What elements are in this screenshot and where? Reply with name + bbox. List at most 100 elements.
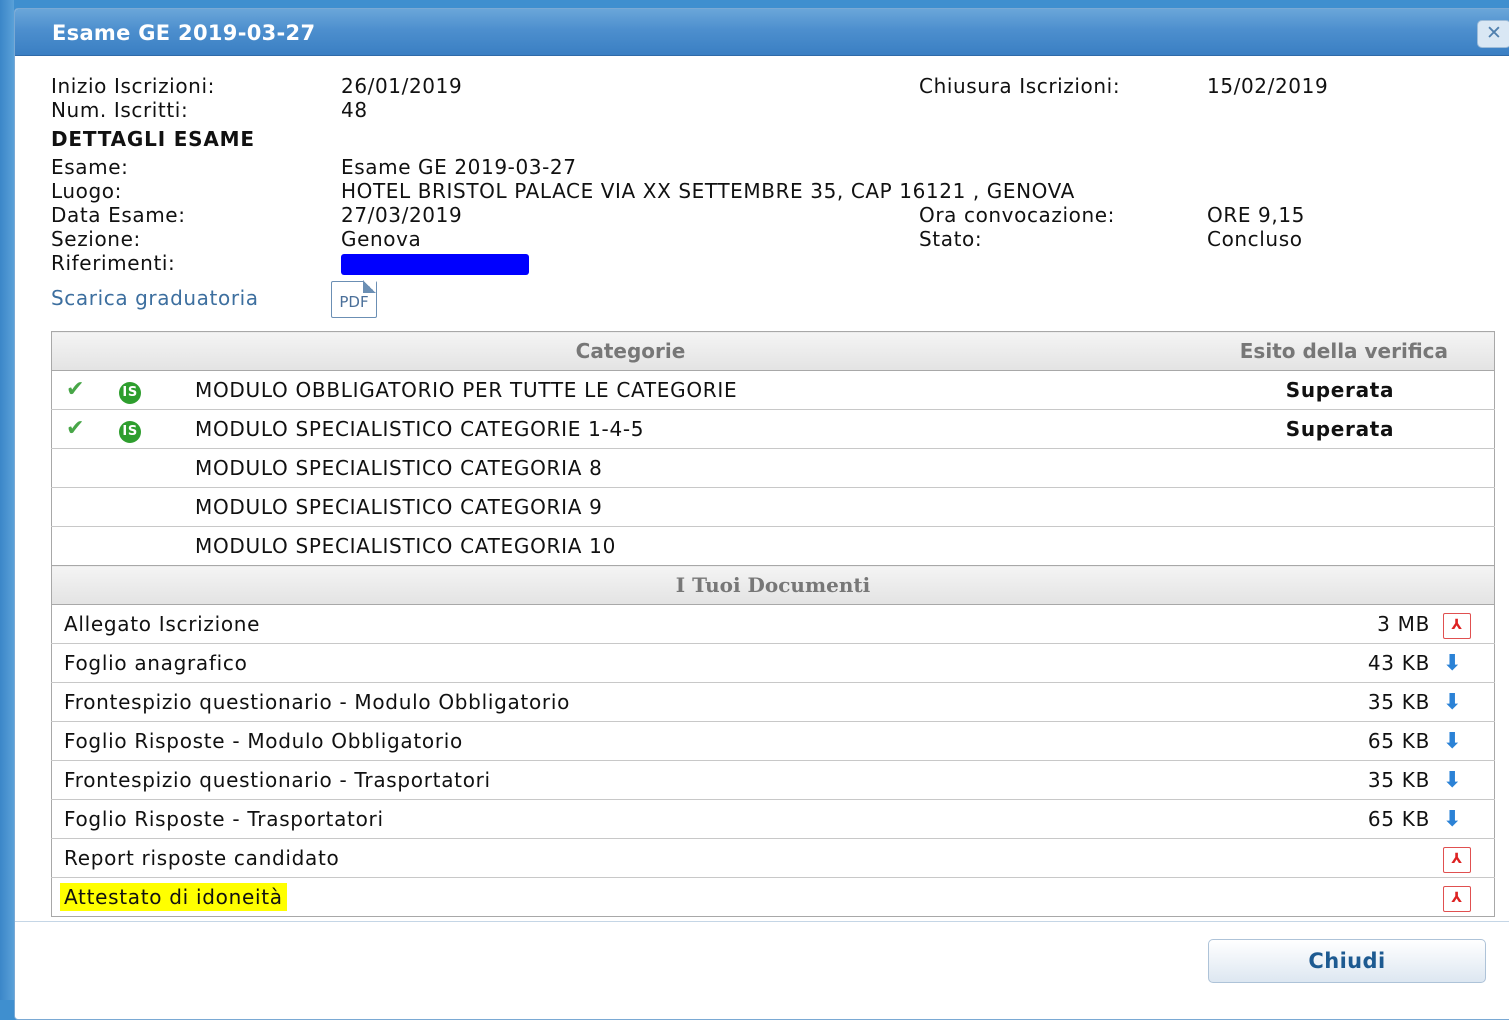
download-arrow-icon[interactable]: ⬇ (1443, 729, 1462, 754)
close-icon[interactable]: ✕ (1477, 20, 1509, 48)
document-icon-cell: ⅄ (1442, 604, 1495, 644)
luogo-value: HOTEL BRISTOL PALACE VIA XX SETTEMBRE 35… (341, 179, 1075, 203)
category-status-cell: ✔ IS (51, 370, 194, 410)
document-row: Foglio Risposte - Trasportatori 65 KB ⬇ (51, 799, 1495, 839)
dialog-title: Esame GE 2019-03-27 (52, 21, 316, 45)
document-row: Allegato Iscrizione 3 MB ⅄ (51, 604, 1495, 644)
num-iscritti-value: 48 (341, 98, 368, 122)
document-name-cell: Foglio anagrafico (51, 643, 1267, 683)
ora-convocazione-value: ORE 9,15 (1207, 203, 1305, 227)
checkmark-icon: ✔ (66, 376, 86, 402)
document-icon-cell: ⬇ (1442, 721, 1495, 761)
data-esame-value: 27/03/2019 (341, 203, 463, 227)
document-size: 65 KB (1266, 721, 1442, 761)
category-esito: Superata (1067, 370, 1495, 410)
document-name: Frontespizio questionario - Modulo Obbli… (64, 690, 571, 714)
document-size: 3 MB (1266, 604, 1442, 644)
document-size (1266, 877, 1442, 917)
sezione-label: Sezione: (51, 227, 141, 251)
document-name: Report risposte candidato (64, 846, 340, 870)
category-name: MODULO OBBLIGATORIO PER TUTTE LE CATEGOR… (194, 370, 1067, 410)
document-row: Attestato di idoneità ⅄ (51, 877, 1495, 917)
document-name-cell: Foglio Risposte - Trasportatori (51, 799, 1267, 839)
category-row: MODULO SPECIALISTICO CATEGORIA 10 (51, 526, 1495, 566)
pdf-icon-label: PDF (339, 293, 369, 311)
background-window-edge (0, 0, 14, 1000)
scarica-graduatoria-link[interactable]: Scarica graduatoria (51, 286, 259, 310)
esame-label: Esame: (51, 155, 129, 179)
chiusura-iscrizioni-label: Chiusura Iscrizioni: (919, 74, 1121, 98)
exam-details-dialog: Esame GE 2019-03-27 ✕ Inizio Iscrizioni:… (14, 8, 1509, 1020)
document-icon-cell: ⬇ (1442, 643, 1495, 683)
num-iscritti-label: Num. Iscritti: (51, 98, 189, 122)
luogo-label: Luogo: (51, 179, 122, 203)
document-name-cell: Allegato Iscrizione (51, 604, 1267, 644)
category-row: ✔ IS MODULO OBBLIGATORIO PER TUTTE LE CATE… (51, 370, 1495, 410)
download-arrow-icon[interactable]: ⬇ (1443, 768, 1462, 793)
document-name-cell: Report risposte candidato (51, 838, 1267, 878)
chiudi-button[interactable]: Chiudi (1208, 939, 1486, 983)
download-arrow-icon[interactable]: ⬇ (1443, 690, 1462, 715)
document-icon-cell: ⬇ (1442, 682, 1495, 722)
sezione-value: Genova (341, 227, 422, 251)
document-name: Attestato di idoneità (60, 883, 287, 911)
stato-label: Stato: (919, 227, 983, 251)
category-status-cell (51, 448, 194, 488)
category-name: MODULO SPECIALISTICO CATEGORIE 1-4-5 (194, 409, 1067, 449)
documents-header: I Tuoi Documenti (51, 565, 1495, 605)
document-size: 35 KB (1266, 682, 1442, 722)
pdf-icon[interactable]: ⅄ (1443, 846, 1471, 873)
category-status-cell (51, 526, 194, 566)
ora-convocazione-label: Ora convocazione: (919, 203, 1116, 227)
document-size: 43 KB (1266, 643, 1442, 683)
is-badge-icon: IS (119, 381, 142, 404)
document-icon-cell: ⬇ (1442, 760, 1495, 800)
category-row: MODULO SPECIALISTICO CATEGORIA 9 (51, 487, 1495, 527)
document-size (1266, 838, 1442, 878)
document-size: 65 KB (1266, 799, 1442, 839)
document-icon-cell: ⬇ (1442, 799, 1495, 839)
document-row: Frontespizio questionario - Modulo Obbli… (51, 682, 1495, 722)
document-row: Foglio Risposte - Modulo Obbligatorio 65 … (51, 721, 1495, 761)
pdf-icon[interactable]: ⅄ (1443, 885, 1471, 912)
categories-header-spacer (51, 331, 194, 371)
categories-table: Categorie Esito della verifica ✔ IS MODULO… (51, 331, 1495, 566)
category-esito: Superata (1067, 409, 1495, 449)
inizio-iscrizioni-label: Inizio Iscrizioni: (51, 74, 215, 98)
documents-table: I Tuoi Documenti Allegato Iscrizione 3 MB… (51, 565, 1495, 917)
category-esito (1067, 448, 1495, 488)
document-row: Foglio anagrafico 43 KB ⬇ (51, 643, 1495, 683)
document-name-cell: Frontespizio questionario - Trasportator… (51, 760, 1267, 800)
is-badge-icon: IS (119, 420, 142, 443)
category-esito (1067, 526, 1495, 566)
data-esame-label: Data Esame: (51, 203, 186, 227)
document-row: Report risposte candidato ⅄ (51, 838, 1495, 878)
category-status-cell (51, 487, 194, 527)
redacted-riferimenti (341, 254, 529, 275)
document-icon-cell: ⅄ (1442, 838, 1495, 878)
download-arrow-icon[interactable]: ⬇ (1443, 807, 1462, 832)
download-arrow-icon[interactable]: ⬇ (1443, 651, 1462, 676)
category-status-cell: ✔ IS (51, 409, 194, 449)
category-name: MODULO SPECIALISTICO CATEGORIA 8 (194, 448, 1067, 488)
category-row: ✔ IS MODULO SPECIALISTICO CATEGORIE 1-4-5 S… (51, 409, 1495, 449)
document-size: 35 KB (1266, 760, 1442, 800)
pdf-icon[interactable]: ⅄ (1443, 612, 1471, 639)
category-name: MODULO SPECIALISTICO CATEGORIA 10 (194, 526, 1067, 566)
document-name: Foglio anagrafico (64, 651, 248, 675)
category-row: MODULO SPECIALISTICO CATEGORIA 8 (51, 448, 1495, 488)
category-name: MODULO SPECIALISTICO CATEGORIA 9 (194, 487, 1067, 527)
footer-divider (15, 921, 1509, 922)
dialog-titlebar[interactable]: Esame GE 2019-03-27 ✕ (15, 9, 1509, 56)
checkmark-icon: ✔ (66, 415, 86, 441)
document-name: Frontespizio questionario - Trasportator… (64, 768, 491, 792)
stato-value: Concluso (1207, 227, 1303, 251)
document-name: Allegato Iscrizione (64, 612, 261, 636)
pdf-icon-fold (363, 280, 376, 293)
document-name-cell: Foglio Risposte - Modulo Obbligatorio (51, 721, 1267, 761)
inizio-iscrizioni-value: 26/01/2019 (341, 74, 463, 98)
document-name: Foglio Risposte - Modulo Obbligatorio (64, 729, 463, 753)
document-name: Foglio Risposte - Trasportatori (64, 807, 384, 831)
esame-value: Esame GE 2019-03-27 (341, 155, 577, 179)
document-name-cell: Frontespizio questionario - Modulo Obbli… (51, 682, 1267, 722)
